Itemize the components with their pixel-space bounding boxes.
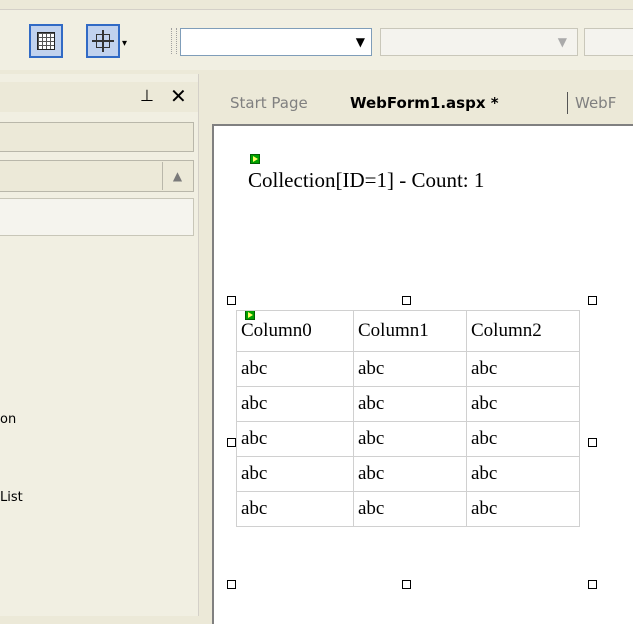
table-row: abc abc abc	[236, 456, 580, 492]
tab-webform-next[interactable]: WebF	[575, 94, 616, 112]
grid-cell: abc	[466, 456, 580, 492]
column-header: Column2	[466, 310, 580, 352]
grid-cell: abc	[236, 351, 354, 387]
grid-cell: abc	[353, 421, 467, 457]
object-selector[interactable]	[0, 122, 194, 152]
resize-handle-bottom-left[interactable]	[227, 580, 236, 589]
grid-cell: abc	[353, 456, 467, 492]
tab-start-page[interactable]: Start Page	[230, 94, 308, 112]
data-grid[interactable]: Column0 Column1 Column2 abc abc abc abc …	[236, 310, 580, 527]
grid-cell: abc	[353, 491, 467, 527]
document-area: Start Page WebForm1.aspx * WebF Collecti…	[208, 74, 633, 624]
resize-handle-left[interactable]	[227, 438, 236, 447]
panel-list-item[interactable]: List	[0, 490, 23, 505]
grid-cell: abc	[353, 386, 467, 422]
resize-handle-top-left[interactable]	[227, 296, 236, 305]
resize-handle-right[interactable]	[588, 438, 597, 447]
panel-input-area[interactable]	[0, 198, 194, 236]
design-surface[interactable]: Collection[ID=1] - Count: 1 Column0 Colu…	[212, 124, 633, 624]
panel-splitter[interactable]	[198, 74, 204, 616]
table-row: abc abc abc	[236, 421, 580, 457]
properties-panel: ⊥ ✕ ▲ on List	[0, 74, 204, 616]
menu-bar-edge	[0, 0, 633, 10]
tab-separator	[567, 92, 568, 114]
grid-cell: abc	[466, 421, 580, 457]
grid-cell: abc	[353, 351, 467, 387]
panel-header: ⊥ ✕	[0, 82, 203, 112]
toolbar-gripper[interactable]	[171, 28, 177, 54]
panel-list-box[interactable]: ▲	[0, 160, 194, 192]
toolbar-options-chevron-icon[interactable]: ▾	[122, 38, 127, 49]
collection-label[interactable]: Collection[ID=1] - Count: 1	[248, 168, 484, 193]
panel-list-item[interactable]: on	[0, 412, 16, 427]
table-row: abc abc abc	[236, 491, 580, 527]
grid-cell: abc	[466, 491, 580, 527]
grid-cell: abc	[236, 456, 354, 492]
server-control-glyph-icon[interactable]	[250, 154, 260, 164]
toolbar: ▾ ▼ ▼	[0, 0, 633, 70]
snap-to-grid-button[interactable]	[86, 24, 120, 58]
resize-handle-bottom-right[interactable]	[588, 580, 597, 589]
scroll-up-icon[interactable]: ▲	[162, 162, 192, 190]
column-header: Column0	[236, 310, 354, 352]
font-name-dropdown[interactable]: ▼	[380, 28, 578, 56]
snap-icon-bar	[92, 40, 114, 42]
document-tabstrip: Start Page WebForm1.aspx * WebF	[208, 82, 633, 122]
grid-cell: abc	[236, 386, 354, 422]
grid-cell: abc	[236, 491, 354, 527]
chevron-down-icon: ▼	[557, 35, 567, 49]
show-grid-button[interactable]	[29, 24, 63, 58]
chevron-down-icon: ▼	[355, 35, 365, 49]
grid-cell: abc	[466, 351, 580, 387]
grid-icon	[37, 32, 55, 50]
tab-webform1[interactable]: WebForm1.aspx *	[350, 94, 499, 112]
pushpin-icon[interactable]: ⊥	[140, 86, 154, 105]
grid-header-row: Column0 Column1 Column2	[236, 310, 580, 352]
grid-cell: abc	[466, 386, 580, 422]
resize-handle-top-right[interactable]	[588, 296, 597, 305]
resize-handle-top[interactable]	[402, 296, 411, 305]
font-size-dropdown[interactable]	[584, 28, 633, 56]
column-header: Column1	[353, 310, 467, 352]
close-icon[interactable]: ✕	[170, 84, 187, 108]
grid-cell: abc	[236, 421, 354, 457]
resize-handle-bottom[interactable]	[402, 580, 411, 589]
block-format-dropdown[interactable]: ▼	[180, 28, 372, 56]
table-row: abc abc abc	[236, 386, 580, 422]
table-row: abc abc abc	[236, 351, 580, 387]
